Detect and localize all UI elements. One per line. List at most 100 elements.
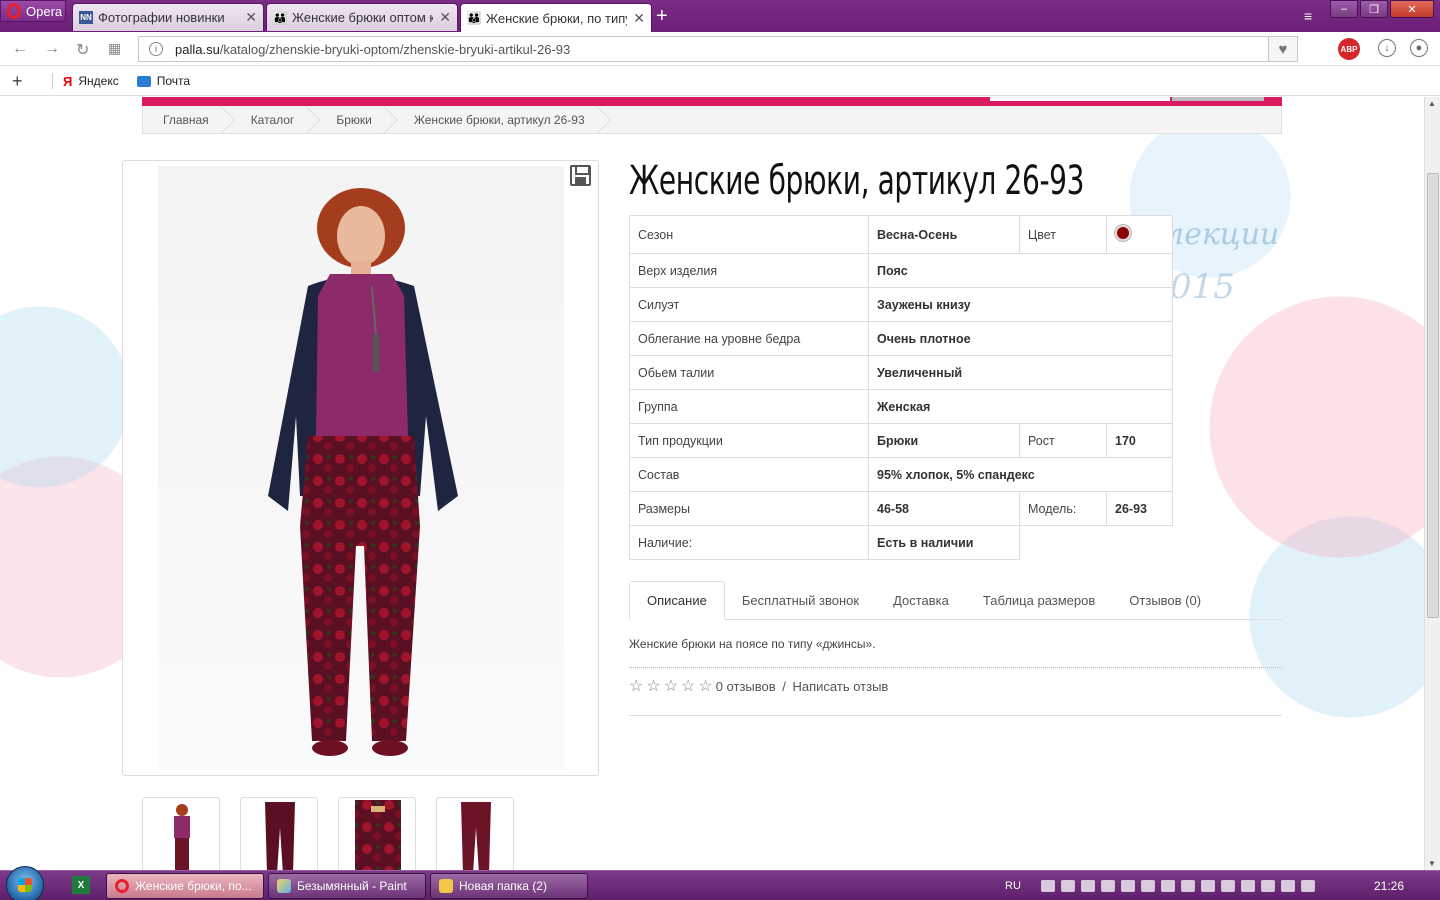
taskbar-opera-window[interactable]: Женские брюки, по... bbox=[106, 873, 264, 899]
address-input[interactable]: i palla.su /katalog/zhenskie-bryuki-opto… bbox=[138, 36, 1298, 62]
scroll-up-arrow-icon[interactable]: ▲ bbox=[1428, 99, 1436, 108]
palla-favicon-icon: 👪 bbox=[272, 10, 288, 25]
taskbar-folder-window[interactable]: Новая папка (2) bbox=[430, 873, 588, 899]
star-empty-icon: ☆ bbox=[663, 678, 679, 695]
speed-dial-grid-icon[interactable]: ▦ bbox=[108, 40, 121, 57]
product-main-image-frame[interactable] bbox=[122, 160, 599, 776]
rating-separator: / bbox=[778, 678, 790, 694]
tray-app-icon[interactable] bbox=[1240, 880, 1255, 892]
opera-menu-button[interactable]: Opera bbox=[0, 0, 66, 22]
save-image-icon[interactable] bbox=[570, 165, 591, 186]
account-icon[interactable]: ● bbox=[1410, 39, 1428, 57]
volume-icon[interactable] bbox=[1220, 880, 1235, 892]
browser-tab[interactable]: NN Фотографии новинки ✕ bbox=[72, 3, 264, 31]
thumbnail-image[interactable] bbox=[240, 797, 318, 870]
bookmark-label: Почта bbox=[156, 74, 191, 88]
thumbnail-image[interactable] bbox=[436, 797, 514, 870]
url-path: /katalog/zhenskie-bryuki-optom/zhenskie-… bbox=[219, 41, 571, 57]
breadcrumb-catalog-link[interactable]: Каталог bbox=[231, 106, 317, 134]
back-arrow-icon[interactable]: ← bbox=[12, 40, 28, 58]
product-main-image[interactable] bbox=[158, 166, 564, 770]
attr-value: Увеличенный bbox=[868, 355, 1173, 390]
tab-size-table[interactable]: Таблица размеров bbox=[966, 581, 1112, 620]
maximize-icon[interactable]: ❐ bbox=[1360, 0, 1388, 18]
taskbar-clock[interactable]: 21:26 bbox=[1374, 879, 1404, 893]
page-scrollbar[interactable]: ▲ ▼ bbox=[1424, 97, 1440, 870]
attr-label: Тип продукции bbox=[629, 423, 869, 458]
bookmark-mail[interactable]: Почта bbox=[136, 74, 191, 88]
attr-label: Состав bbox=[629, 457, 869, 492]
breadcrumb-home-link[interactable]: Главная bbox=[143, 106, 231, 134]
tab-close-icon[interactable]: ✕ bbox=[633, 10, 645, 27]
attr-value: 26-93 bbox=[1106, 491, 1173, 526]
forward-arrow-icon[interactable]: → bbox=[44, 40, 60, 58]
opera-menu-label: Opera bbox=[26, 3, 63, 19]
attr-label: Силуэт bbox=[629, 287, 869, 322]
star-empty-icon: ☆ bbox=[698, 678, 713, 695]
tray-app-icon[interactable] bbox=[1100, 880, 1115, 892]
tab-menu-icon[interactable]: ≡ bbox=[1304, 8, 1312, 24]
product-tabs: Описание Бесплатный звонок Доставка Табл… bbox=[629, 581, 1282, 620]
new-tab-plus-icon[interactable]: + bbox=[656, 6, 668, 26]
browser-tab[interactable]: 👪 Женские брюки оптом кур ✕ bbox=[266, 3, 458, 31]
tray-app-icon[interactable] bbox=[1260, 880, 1275, 892]
language-indicator[interactable]: RU bbox=[1005, 880, 1021, 892]
reviews-count-link[interactable]: 0 отзывов bbox=[716, 679, 776, 694]
taskbar-paint-window[interactable]: Безымянный - Paint bbox=[268, 873, 426, 899]
paint-icon bbox=[277, 879, 291, 893]
bookmarks-bar: + Я Яндекс Почта bbox=[0, 67, 1440, 96]
breadcrumb-current-item[interactable]: Женские брюки, артикул 26-93 bbox=[394, 106, 607, 134]
scroll-down-arrow-icon[interactable]: ▼ bbox=[1428, 859, 1436, 868]
write-review-link[interactable]: Написать отзыв bbox=[793, 679, 889, 694]
model-photo-illustration bbox=[268, 188, 458, 756]
tab-description[interactable]: Описание bbox=[629, 581, 725, 620]
tray-app-icon[interactable] bbox=[1300, 880, 1315, 892]
site-info-icon[interactable]: i bbox=[149, 42, 163, 56]
close-window-icon[interactable]: ✕ bbox=[1390, 0, 1434, 18]
system-tray: RU bbox=[1005, 871, 1315, 900]
reload-icon[interactable]: ↻ bbox=[76, 40, 89, 60]
add-bookmark-plus-icon[interactable]: + bbox=[12, 71, 42, 92]
tab-reviews[interactable]: Отзывов (0) bbox=[1112, 581, 1218, 620]
thumbnail-image[interactable] bbox=[142, 797, 220, 870]
attr-row-fit: Облегание на уровне бедра Очень плотное bbox=[629, 321, 1173, 356]
tray-shield-icon[interactable] bbox=[1080, 880, 1095, 892]
breadcrumb-trousers-link[interactable]: Брюки bbox=[316, 106, 394, 134]
thumbnail-model-illustration bbox=[174, 804, 190, 870]
network-icon[interactable] bbox=[1280, 880, 1295, 892]
empty-cell bbox=[1020, 526, 1173, 560]
attr-row-waist: Обьем талии Увеличенный bbox=[629, 355, 1173, 390]
signal-icon[interactable] bbox=[1160, 880, 1175, 892]
start-button-icon[interactable] bbox=[6, 866, 44, 900]
tab-close-icon[interactable]: ✕ bbox=[245, 9, 257, 26]
tray-torrent-icon[interactable] bbox=[1200, 880, 1215, 892]
tab-delivery[interactable]: Доставка bbox=[876, 581, 966, 620]
tray-app-icon[interactable] bbox=[1180, 880, 1195, 892]
thumbnail-image[interactable] bbox=[338, 797, 416, 870]
opera-icon bbox=[115, 879, 129, 893]
browser-tab-bar: Opera NN Фотографии новинки ✕ 👪 Женские … bbox=[0, 0, 1440, 32]
site-search-input[interactable] bbox=[990, 97, 1170, 101]
minimize-icon[interactable]: – bbox=[1330, 0, 1358, 18]
tray-app-icon[interactable] bbox=[1120, 880, 1135, 892]
tab-free-call[interactable]: Бесплатный звонок bbox=[725, 581, 876, 620]
attr-row-sizes: Размеры 46-58 Модель: 26-93 bbox=[629, 491, 1173, 526]
browser-tab-active[interactable]: 👪 Женские брюки, по типу ✕ bbox=[460, 3, 652, 32]
tray-app-icon[interactable] bbox=[1140, 880, 1155, 892]
bookmark-heart-icon[interactable]: ♥ bbox=[1268, 36, 1298, 62]
bookmarks-separator bbox=[52, 73, 53, 89]
download-icon[interactable]: ↓ bbox=[1378, 39, 1396, 57]
adblock-plus-icon[interactable]: ABP bbox=[1338, 38, 1360, 60]
site-search-button[interactable] bbox=[1172, 97, 1264, 101]
bookmark-yandex[interactable]: Я Яндекс bbox=[63, 74, 119, 89]
tray-app-icon[interactable] bbox=[1040, 880, 1055, 892]
attr-row-type: Тип продукции Брюки Рост 170 bbox=[629, 423, 1173, 458]
tab-close-icon[interactable]: ✕ bbox=[439, 9, 451, 26]
tray-app-icon[interactable] bbox=[1060, 880, 1075, 892]
address-toolbar: ← → ↻ ▦ i palla.su /katalog/zhenskie-bry… bbox=[0, 32, 1440, 66]
attr-row-season: Сезон Весна-Осень Цвет bbox=[629, 215, 1173, 254]
attr-row-silhouette: Силуэт Заужены книзу bbox=[629, 287, 1173, 322]
color-swatch[interactable] bbox=[1115, 225, 1131, 241]
excel-pinned-icon[interactable]: X bbox=[72, 876, 90, 894]
scrollbar-thumb[interactable] bbox=[1427, 173, 1439, 618]
